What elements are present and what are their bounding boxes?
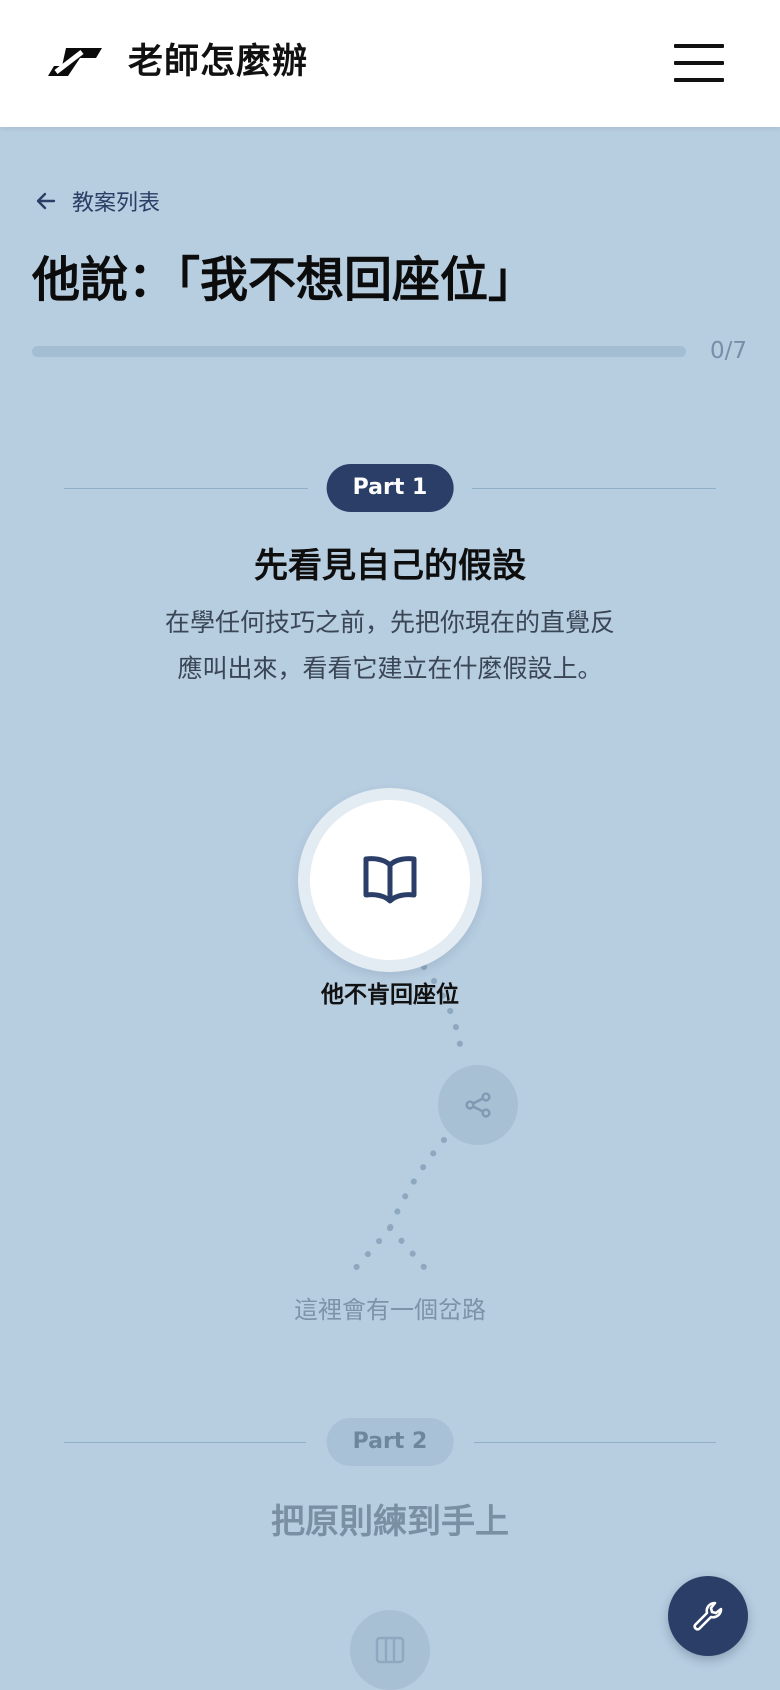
back-link-label: 教案列表 <box>72 191 161 216</box>
progress-count: 0/7 <box>710 338 748 364</box>
part-1-divider: Part 1 <box>64 464 716 512</box>
back-to-lesson-list-link[interactable]: 教案列表 <box>34 186 160 216</box>
arrow-left-icon <box>36 192 56 210</box>
app-title: 老師怎麼辦 <box>128 42 309 82</box>
lesson-node-current[interactable] <box>298 788 482 972</box>
tools-fab-button[interactable] <box>668 1576 748 1656</box>
divider-line <box>64 1442 306 1443</box>
branch-icon <box>465 1092 491 1118</box>
open-book-icon <box>363 856 417 904</box>
part-1-title: 先看見自己的假設 <box>254 546 526 586</box>
lesson-progress-bar <box>32 346 686 357</box>
lesson-node-locked[interactable] <box>350 1610 430 1690</box>
columns-icon <box>375 1636 405 1664</box>
part-2-divider: Part 2 <box>64 1418 716 1466</box>
divider-line <box>474 1442 716 1443</box>
app-header: 老師怎麼辦 <box>0 0 780 127</box>
fork-hint: 這裡會有一個岔路 <box>294 1296 486 1324</box>
node-label: 他不肯回座位 <box>321 982 459 1008</box>
divider-line <box>64 488 308 489</box>
brand-logo[interactable] <box>46 46 104 80</box>
part-2-badge: Part 2 <box>326 1418 454 1466</box>
wrench-icon <box>693 1601 723 1631</box>
lesson-node-branch[interactable] <box>438 1065 518 1145</box>
node-icon-container <box>310 800 470 960</box>
hamburger-menu-icon[interactable] <box>674 44 724 84</box>
divider-line <box>472 488 716 489</box>
part-2-title: 把原則練到手上 <box>271 1502 509 1542</box>
part-1-badge: Part 1 <box>326 464 454 512</box>
lesson-title: 他說：「我不想回座位」 <box>32 252 537 308</box>
part-1-description: 在學任何技巧之前，先把你現在的直覺反應叫出來，看看它建立在什麼假設上。 <box>164 608 615 683</box>
